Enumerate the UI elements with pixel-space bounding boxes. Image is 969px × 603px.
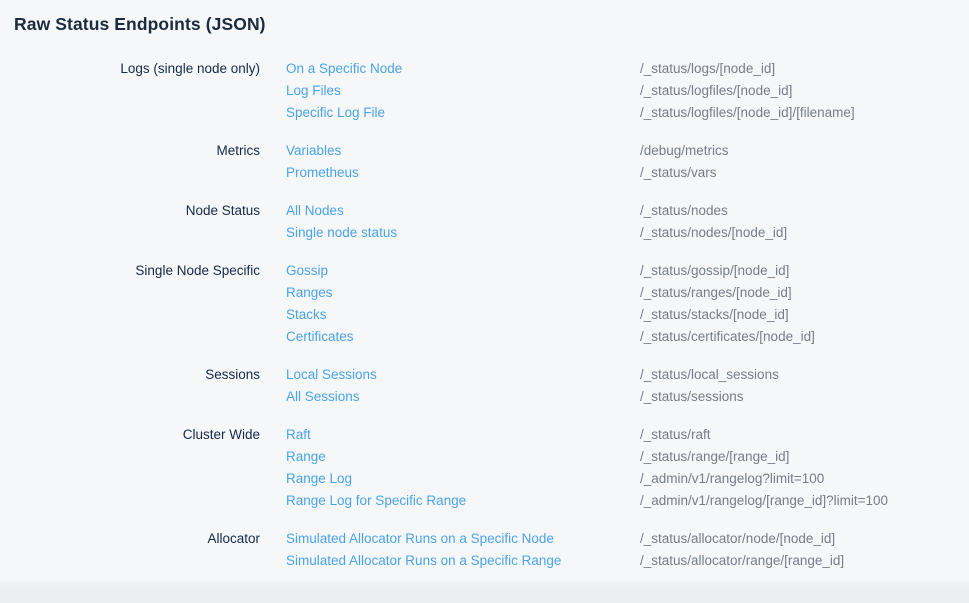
endpoint-path: /_status/allocator/node/[node_id]	[640, 528, 969, 550]
endpoint-row: Log Files/_status/logfiles/[node_id]	[286, 80, 969, 102]
endpoint-path: /_admin/v1/rangelog/[range_id]?limit=100	[640, 490, 969, 512]
endpoint-rows: Simulated Allocator Runs on a Specific N…	[286, 528, 969, 572]
endpoints-list: Logs (single node only)On a Specific Nod…	[0, 58, 969, 572]
category-label: Cluster Wide	[0, 424, 286, 512]
endpoint-link[interactable]: Certificates	[286, 326, 640, 348]
endpoint-row: Specific Log File/_status/logfiles/[node…	[286, 102, 969, 124]
category-label: Metrics	[0, 140, 286, 184]
endpoint-row: Range/_status/range/[range_id]	[286, 446, 969, 468]
endpoint-link[interactable]: Simulated Allocator Runs on a Specific R…	[286, 550, 640, 572]
endpoint-link[interactable]: Stacks	[286, 304, 640, 326]
endpoint-link[interactable]: Local Sessions	[286, 364, 640, 386]
endpoint-row: Stacks/_status/stacks/[node_id]	[286, 304, 969, 326]
endpoint-section: MetricsVariables/debug/metricsPrometheus…	[0, 140, 969, 184]
endpoint-path: /_status/logs/[node_id]	[640, 58, 969, 80]
endpoint-rows: Gossip/_status/gossip/[node_id]Ranges/_s…	[286, 260, 969, 348]
endpoint-row: Simulated Allocator Runs on a Specific N…	[286, 528, 969, 550]
endpoint-link[interactable]: Raft	[286, 424, 640, 446]
endpoint-section: Cluster WideRaft/_status/raftRange/_stat…	[0, 424, 969, 512]
page-bottom-strip	[0, 581, 969, 603]
endpoint-rows: Raft/_status/raftRange/_status/range/[ra…	[286, 424, 969, 512]
endpoint-row: Local Sessions/_status/local_sessions	[286, 364, 969, 386]
endpoint-row: Range Log for Specific Range/_admin/v1/r…	[286, 490, 969, 512]
endpoint-row: On a Specific Node/_status/logs/[node_id…	[286, 58, 969, 80]
endpoint-path: /_status/sessions	[640, 386, 969, 408]
endpoint-link[interactable]: Ranges	[286, 282, 640, 304]
endpoint-path: /_status/certificates/[node_id]	[640, 326, 969, 348]
endpoint-section: SessionsLocal Sessions/_status/local_ses…	[0, 364, 969, 408]
raw-status-endpoints-page: Raw Status Endpoints (JSON) Logs (single…	[0, 0, 969, 581]
endpoint-section: Node StatusAll Nodes/_status/nodesSingle…	[0, 200, 969, 244]
category-label: Single Node Specific	[0, 260, 286, 348]
page-title: Raw Status Endpoints (JSON)	[14, 14, 969, 35]
endpoint-path: /_status/allocator/range/[range_id]	[640, 550, 969, 572]
endpoint-path: /_status/logfiles/[node_id]	[640, 80, 969, 102]
endpoint-row: Raft/_status/raft	[286, 424, 969, 446]
endpoint-row: All Sessions/_status/sessions	[286, 386, 969, 408]
endpoint-section: Single Node SpecificGossip/_status/gossi…	[0, 260, 969, 348]
endpoint-link[interactable]: On a Specific Node	[286, 58, 640, 80]
endpoint-section: Logs (single node only)On a Specific Nod…	[0, 58, 969, 124]
endpoint-link[interactable]: Gossip	[286, 260, 640, 282]
endpoint-link[interactable]: Range Log for Specific Range	[286, 490, 640, 512]
endpoint-path: /_status/local_sessions	[640, 364, 969, 386]
endpoint-path: /_status/vars	[640, 162, 969, 184]
endpoint-link[interactable]: Specific Log File	[286, 102, 640, 124]
endpoint-link[interactable]: Range Log	[286, 468, 640, 490]
endpoint-path: /_status/raft	[640, 424, 969, 446]
endpoint-path: /debug/metrics	[640, 140, 969, 162]
endpoint-path: /_status/stacks/[node_id]	[640, 304, 969, 326]
endpoint-row: Variables/debug/metrics	[286, 140, 969, 162]
endpoint-row: Simulated Allocator Runs on a Specific R…	[286, 550, 969, 572]
endpoint-rows: On a Specific Node/_status/logs/[node_id…	[286, 58, 969, 124]
endpoint-row: Ranges/_status/ranges/[node_id]	[286, 282, 969, 304]
endpoint-link[interactable]: Range	[286, 446, 640, 468]
endpoint-path: /_admin/v1/rangelog?limit=100	[640, 468, 969, 490]
endpoint-link[interactable]: Single node status	[286, 222, 640, 244]
endpoint-path: /_status/ranges/[node_id]	[640, 282, 969, 304]
endpoint-path: /_status/nodes	[640, 200, 969, 222]
endpoint-link[interactable]: Log Files	[286, 80, 640, 102]
endpoint-path: /_status/range/[range_id]	[640, 446, 969, 468]
endpoint-row: Range Log/_admin/v1/rangelog?limit=100	[286, 468, 969, 490]
category-label: Node Status	[0, 200, 286, 244]
endpoint-path: /_status/logfiles/[node_id]/[filename]	[640, 102, 969, 124]
endpoint-link[interactable]: All Nodes	[286, 200, 640, 222]
category-label: Sessions	[0, 364, 286, 408]
endpoint-link[interactable]: Simulated Allocator Runs on a Specific N…	[286, 528, 640, 550]
endpoint-row: Single node status/_status/nodes/[node_i…	[286, 222, 969, 244]
category-label: Allocator	[0, 528, 286, 572]
endpoint-row: Prometheus/_status/vars	[286, 162, 969, 184]
endpoint-row: Gossip/_status/gossip/[node_id]	[286, 260, 969, 282]
endpoint-path: /_status/nodes/[node_id]	[640, 222, 969, 244]
endpoint-link[interactable]: Prometheus	[286, 162, 640, 184]
endpoint-rows: Local Sessions/_status/local_sessionsAll…	[286, 364, 969, 408]
endpoint-rows: All Nodes/_status/nodesSingle node statu…	[286, 200, 969, 244]
endpoint-row: Certificates/_status/certificates/[node_…	[286, 326, 969, 348]
endpoint-row: All Nodes/_status/nodes	[286, 200, 969, 222]
endpoint-section: AllocatorSimulated Allocator Runs on a S…	[0, 528, 969, 572]
category-label: Logs (single node only)	[0, 58, 286, 124]
endpoint-rows: Variables/debug/metricsPrometheus/_statu…	[286, 140, 969, 184]
endpoint-path: /_status/gossip/[node_id]	[640, 260, 969, 282]
endpoint-link[interactable]: Variables	[286, 140, 640, 162]
endpoint-link[interactable]: All Sessions	[286, 386, 640, 408]
